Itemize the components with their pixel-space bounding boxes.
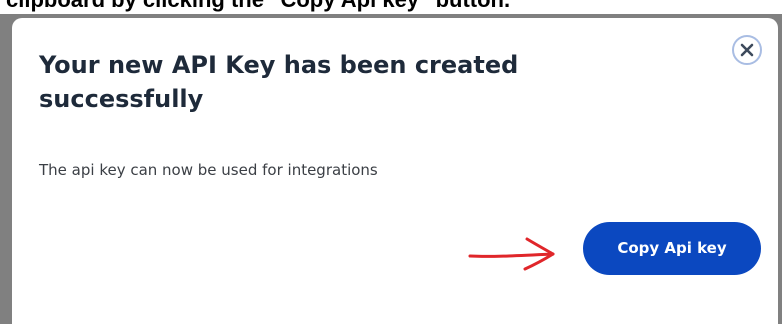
red-arrow-icon: [468, 237, 555, 271]
dialog-title: Your new API Key has been created succes…: [39, 51, 519, 113]
caption-strip: clipboard by clicking the "Copy Api key"…: [0, 0, 782, 14]
caption-text: clipboard by clicking the "Copy Api key"…: [6, 0, 510, 13]
dialog-message: The api key can now be used for integrat…: [39, 161, 378, 179]
close-icon: [740, 43, 754, 57]
api-key-created-dialog: Your new API Key has been created succes…: [12, 18, 778, 324]
copy-api-key-button[interactable]: Copy Api key: [583, 222, 761, 275]
close-button[interactable]: [732, 35, 762, 65]
